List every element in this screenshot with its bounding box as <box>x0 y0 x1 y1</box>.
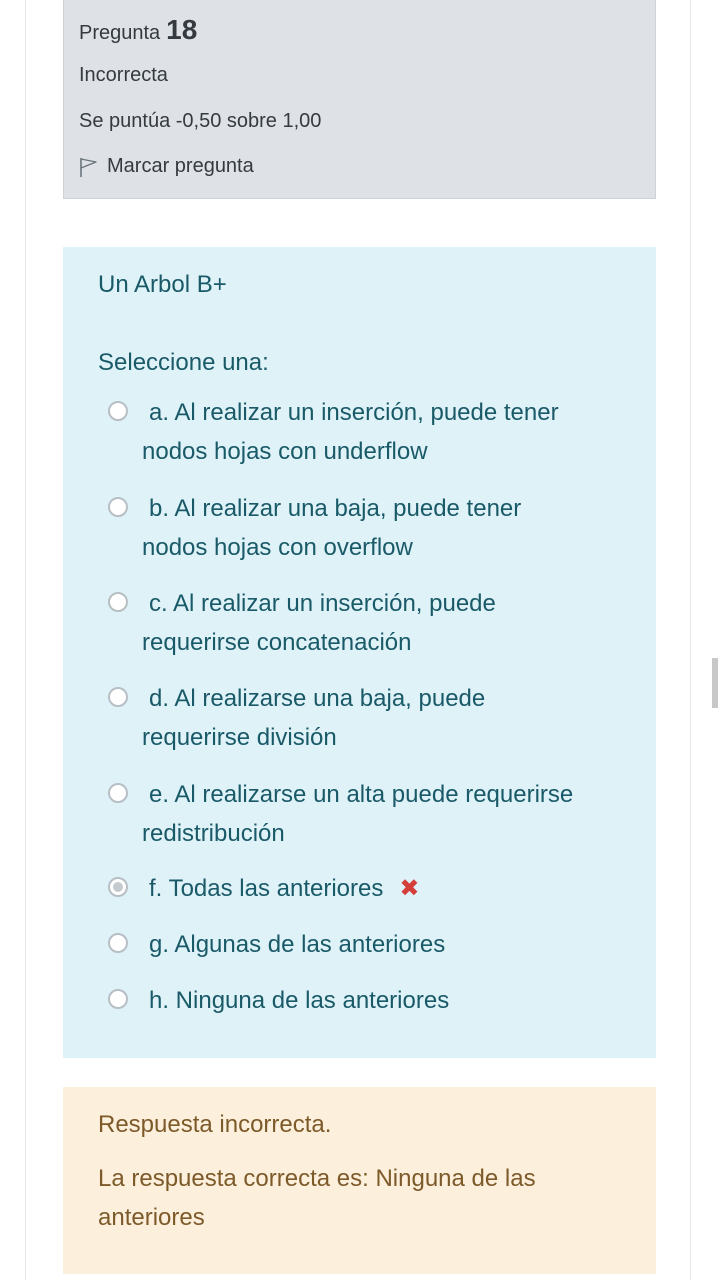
option-c-label: c. Al realizar un inserción, puede <box>149 590 496 617</box>
radio-option-d[interactable] <box>108 687 128 707</box>
question-label: Pregunta <box>79 22 161 44</box>
flag-outline-icon <box>77 156 99 178</box>
radio-option-b[interactable] <box>108 497 128 517</box>
answer-option-c[interactable]: c. Al realizar un inserción, puede reque… <box>108 584 628 662</box>
question-prompt: Seleccione una: <box>98 349 269 376</box>
question-number-value: 18 <box>166 14 198 45</box>
option-d-label-cont: requerirse división <box>142 724 337 751</box>
question-state: Incorrecta <box>79 64 168 86</box>
scrollbar-thumb[interactable] <box>712 658 718 708</box>
correct-answer-text: La respuesta correcta es: Ninguna de las… <box>98 1165 536 1231</box>
radio-option-f-selected[interactable] <box>108 877 128 897</box>
question-number: Pregunta 18 <box>79 14 197 46</box>
answer-option-h[interactable]: h. Ninguna de las anteriores <box>108 981 628 1020</box>
radio-option-h[interactable] <box>108 989 128 1009</box>
option-a-label: a. Al realizar un inserción, puede tener <box>149 399 559 426</box>
option-b-label: b. Al realizar una baja, puede tener <box>149 495 522 522</box>
question-info-box: Pregunta 18 Incorrecta Se puntúa -0,50 so… <box>63 0 656 199</box>
option-d-label: d. Al realizarse una baja, puede <box>149 685 486 712</box>
option-f-label: f. Todas las anteriores <box>149 875 384 902</box>
radio-option-e[interactable] <box>108 783 128 803</box>
feedback-title: Respuesta incorrecta. <box>98 1111 332 1138</box>
option-e-label: e. Al realizarse un alta puede requerirs… <box>149 781 574 808</box>
answer-option-a[interactable]: a. Al realizar un inserción, puede tener… <box>108 393 628 471</box>
flag-question-button[interactable]: Marcar pregunta <box>77 155 254 178</box>
question-content-box: Un Arbol B+ Seleccione una: a. Al realiz… <box>63 247 656 1058</box>
cross-icon: ✖ <box>399 875 420 902</box>
feedback-box: Respuesta incorrecta. La respuesta corre… <box>63 1087 656 1274</box>
answer-option-e[interactable]: e. Al realizarse un alta puede requerirs… <box>108 775 628 853</box>
option-h-label: h. Ninguna de las anteriores <box>149 987 450 1014</box>
option-a-label-cont: nodos hojas con underflow <box>142 438 428 465</box>
question-text: Un Arbol B+ <box>98 271 227 298</box>
answer-option-f[interactable]: f. Todas las anteriores ✖ <box>108 869 628 908</box>
flag-question-label: Marcar pregunta <box>107 155 254 177</box>
answer-option-b[interactable]: b. Al realizar una baja, puede tener nod… <box>108 489 628 567</box>
option-g-label: g. Algunas de las anteriores <box>149 931 446 958</box>
radio-option-a[interactable] <box>108 401 128 421</box>
option-b-label-cont: nodos hojas con overflow <box>142 534 413 561</box>
radio-option-g[interactable] <box>108 933 128 953</box>
answer-option-g[interactable]: g. Algunas de las anteriores <box>108 925 628 964</box>
option-c-label-cont: requerirse concatenación <box>142 629 412 656</box>
question-grade: Se puntúa -0,50 sobre 1,00 <box>79 110 322 132</box>
radio-option-c[interactable] <box>108 592 128 612</box>
option-e-label-cont: redistribución <box>142 820 285 847</box>
option-f-row: f. Todas las anteriores ✖ <box>108 869 628 908</box>
answer-option-d[interactable]: d. Al realizarse una baja, puede requeri… <box>108 679 628 757</box>
